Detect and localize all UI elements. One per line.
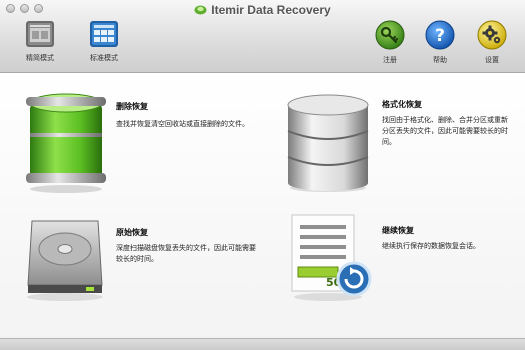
window-title-text: Itemir Data Recovery xyxy=(211,3,331,17)
key-icon xyxy=(375,20,405,50)
deleted-recovery-description: 查找并恢复清空回收站或直接删除的文件。 xyxy=(116,120,249,128)
raw-recovery-option[interactable]: 原始恢复 深度扫描磁盘恢复丢失的文件，因此可能需要较长的时间。 xyxy=(22,213,262,323)
database-icon xyxy=(287,94,369,192)
deleted-recovery-title: 删除恢复 xyxy=(116,102,148,111)
hard-drive-icon xyxy=(27,220,103,301)
format-recovery-title: 格式化恢复 xyxy=(382,100,422,109)
app-window: Itemir Data Recovery 精简模式 标准模式 注册 ? 帮助 设… xyxy=(0,0,525,350)
help-button[interactable]: ? 帮助 xyxy=(420,20,460,65)
format-recovery-description: 找回由于格式化、删除、合并分区或重新分区丢失的文件，因此可能需要较长的时间。 xyxy=(382,116,508,146)
resume-session-icon: 50 xyxy=(291,214,372,301)
format-recovery-option[interactable]: 格式化恢复 找回由于格式化、删除、合并分区或重新分区丢失的文件，因此可能需要较长… xyxy=(282,91,518,201)
settings-label: 设置 xyxy=(485,56,499,64)
simple-mode-button[interactable]: 精简模式 xyxy=(18,20,62,63)
deleted-recovery-option[interactable]: 删除恢复 查找并恢复清空回收站或直接删除的文件。 xyxy=(22,89,262,199)
resume-recovery-description: 继续执行保存的数据恢复会话。 xyxy=(382,242,480,250)
standard-mode-icon xyxy=(90,21,118,47)
toolbar: Itemir Data Recovery 精简模式 标准模式 注册 ? 帮助 设… xyxy=(0,0,525,73)
settings-button[interactable]: 设置 xyxy=(472,20,512,65)
app-logo-icon xyxy=(194,5,207,15)
simple-mode-icon xyxy=(26,21,54,47)
simple-mode-label: 精简模式 xyxy=(26,54,54,62)
raw-recovery-title: 原始恢复 xyxy=(116,228,148,237)
gear-icon xyxy=(477,20,507,50)
recycle-bin-icon xyxy=(26,93,106,193)
help-label: 帮助 xyxy=(433,56,447,64)
resume-recovery-title: 继续恢复 xyxy=(382,226,414,235)
recovery-options-panel: 删除恢复 查找并恢复清空回收站或直接删除的文件。 格式化恢复 找回由于格式化、删… xyxy=(0,73,525,338)
status-bar xyxy=(0,338,525,350)
standard-mode-label: 标准模式 xyxy=(90,54,118,62)
help-icon: ? xyxy=(425,20,455,50)
raw-recovery-description: 深度扫描磁盘恢复丢失的文件，因此可能需要较长的时间。 xyxy=(116,244,256,263)
resume-recovery-option[interactable]: 50 继续恢复 继续执行保存的数据恢复会话。 xyxy=(288,211,518,321)
register-label: 注册 xyxy=(383,56,397,64)
standard-mode-button[interactable]: 标准模式 xyxy=(82,20,126,63)
svg-text:?: ? xyxy=(435,26,445,46)
window-title: Itemir Data Recovery xyxy=(0,3,525,17)
register-button[interactable]: 注册 xyxy=(370,20,410,65)
